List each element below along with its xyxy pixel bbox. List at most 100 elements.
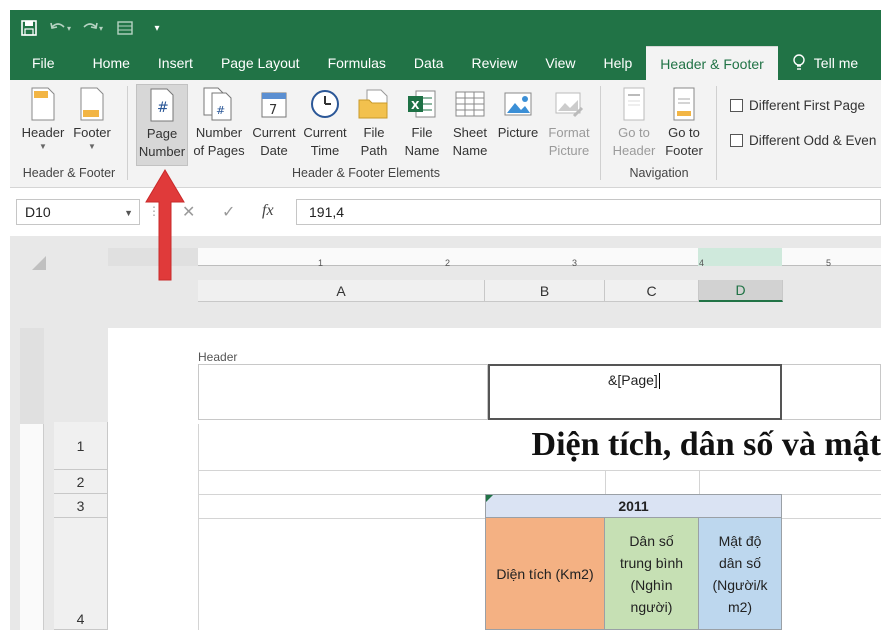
clock-icon (311, 90, 339, 118)
header-center-text: &[Page] (608, 372, 660, 390)
insert-function-icon[interactable]: fx (262, 202, 274, 220)
group-separator (716, 86, 717, 180)
row-header-3[interactable]: 3 (54, 494, 108, 518)
tell-me-label: Tell me (813, 55, 859, 71)
save-icon[interactable] (16, 15, 42, 41)
checkbox-box[interactable] (730, 134, 743, 147)
gridline (699, 470, 700, 494)
tab-page-layout[interactable]: Page Layout (207, 46, 314, 80)
lightbulb-icon (793, 54, 805, 70)
name-box[interactable]: D10 ▼ (16, 199, 140, 225)
file-name-button[interactable]: X File Name (400, 84, 444, 160)
tab-view[interactable]: View (531, 46, 589, 80)
cell-line: Dân số (629, 532, 674, 549)
sheet-area: 1 2 3 4 5 A B C D 1 2 3 4 Header &[Page]… (10, 236, 881, 630)
goto-footer-label-1: Go to (668, 125, 700, 140)
header-left-section[interactable] (198, 364, 488, 420)
enter-icon[interactable]: ✓ (222, 202, 235, 222)
tell-me-box[interactable]: Tell me (778, 46, 872, 80)
goto-header-button[interactable]: Go to Header (610, 84, 658, 160)
svg-text:7: 7 (269, 103, 277, 118)
error-indicator (486, 495, 493, 502)
ruler-number: 2 (445, 258, 451, 268)
format-picture-button[interactable]: Format Picture (544, 84, 594, 160)
svg-text:#: # (216, 104, 225, 117)
tab-formulas[interactable]: Formulas (314, 46, 400, 80)
different-odd-even-checkbox[interactable]: Different Odd & Even (730, 133, 876, 148)
different-first-page-checkbox[interactable]: Different First Page (730, 98, 865, 113)
cell-area-header[interactable]: Diện tích (Km2) (485, 517, 605, 630)
svg-text:▾: ▾ (99, 24, 103, 33)
chevron-down-icon: ▼ (39, 142, 47, 151)
sheet-name-button[interactable]: Sheet Name (448, 84, 492, 160)
column-header-b[interactable]: B (485, 280, 605, 302)
form-icon[interactable] (112, 15, 138, 41)
tab-insert[interactable]: Insert (144, 46, 207, 80)
goto-footer-label-2: Footer (665, 143, 703, 158)
goto-footer-icon (673, 87, 695, 121)
group-separator (600, 86, 601, 180)
excel-file-icon: X (408, 90, 436, 118)
ribbon-tabs: File Home Insert Page Layout Formulas Da… (10, 46, 881, 80)
current-time-label-2: Time (310, 143, 340, 158)
svg-text:▾: ▾ (67, 24, 71, 33)
group-label-header-footer: Header & Footer (22, 166, 116, 180)
tab-data[interactable]: Data (400, 46, 458, 80)
title-bar: ▾ ▾ ▾ (10, 10, 881, 46)
page-number-label-2: Number (138, 144, 186, 159)
cell-line: dân số (718, 554, 762, 571)
page-number-button[interactable]: # Page Number (136, 84, 188, 166)
file-path-label-2: Path (360, 143, 388, 158)
footer-button[interactable]: Footer ▼ (68, 84, 116, 152)
different-first-page-label: Different First Page (749, 98, 866, 113)
column-header-a[interactable]: A (198, 280, 485, 302)
cell-line: (Người/k (712, 576, 768, 593)
row-header-1[interactable]: 1 (54, 422, 108, 470)
cell-density-header[interactable]: Mật độ dân số (Người/k m2) (698, 517, 782, 630)
header-doc-icon (31, 87, 55, 121)
ruler-number: 5 (826, 258, 832, 268)
tab-file[interactable]: File (10, 46, 67, 80)
customize-qat-icon[interactable]: ▾ (144, 15, 170, 41)
tab-home[interactable]: Home (67, 46, 144, 80)
name-box-value: D10 (25, 204, 51, 220)
current-date-button[interactable]: 7 Current Date (248, 84, 300, 160)
calendar-icon: 7 (261, 92, 287, 118)
header-area-label: Header (198, 350, 238, 364)
ruler-margin (20, 328, 44, 424)
row-header-2[interactable]: 2 (54, 470, 108, 494)
redo-icon[interactable]: ▾ (80, 15, 106, 41)
picture-button[interactable]: Picture (494, 84, 542, 142)
header-right-section[interactable] (782, 364, 881, 420)
tab-help[interactable]: Help (590, 46, 647, 80)
footer-doc-icon (80, 87, 104, 121)
number-of-pages-button[interactable]: # Number of Pages (190, 84, 248, 160)
chevron-down-icon[interactable]: ▼ (124, 208, 133, 218)
tab-review[interactable]: Review (458, 46, 532, 80)
undo-icon[interactable]: ▾ (48, 15, 74, 41)
select-all-corner[interactable] (32, 256, 46, 270)
sheet-title-cell[interactable]: Diện tích, dân số và mật (532, 426, 881, 464)
ruler-number: 4 (699, 258, 705, 268)
tab-header-footer[interactable]: Header & Footer (646, 46, 778, 80)
file-path-button[interactable]: File Path (352, 84, 396, 160)
checkbox-box[interactable] (730, 99, 743, 112)
cell-line: Mật độ (718, 532, 762, 549)
format-picture-label-1: Format (548, 125, 590, 140)
current-time-button[interactable]: Current Time (300, 84, 350, 160)
different-odd-even-label: Different Odd & Even (749, 133, 877, 148)
header-center-section[interactable]: &[Page] (488, 364, 782, 420)
goto-footer-button[interactable]: Go to Footer (660, 84, 708, 160)
row-header-4[interactable]: 4 (54, 518, 108, 630)
header-button[interactable]: Header ▼ (20, 84, 66, 152)
cell-year[interactable]: 2011 (485, 494, 782, 518)
vertical-ruler (20, 328, 44, 630)
page-number-icon: # (150, 88, 174, 122)
column-header-c[interactable]: C (605, 280, 699, 302)
text-cursor (658, 373, 660, 390)
goto-header-label-1: Go to (618, 125, 650, 140)
column-header-d[interactable]: D (699, 280, 783, 302)
formula-input[interactable]: 191,4 (296, 199, 881, 225)
gridline (198, 470, 881, 471)
cell-population-header[interactable]: Dân số trung bình (Nghìn người) (604, 517, 699, 630)
